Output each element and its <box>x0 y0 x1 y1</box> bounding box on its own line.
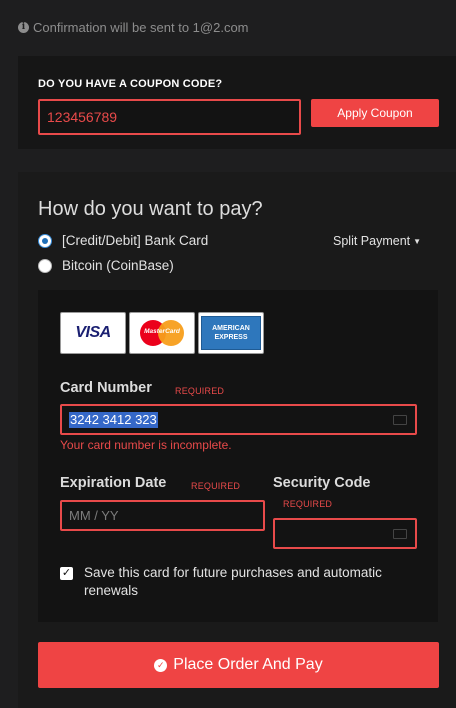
info-icon: i <box>18 22 29 33</box>
card-radio[interactable] <box>38 233 52 248</box>
coupon-code-input[interactable]: 123456789 <box>38 99 301 135</box>
expiration-input[interactable]: MM / YY <box>60 500 265 531</box>
place-order-label: Place Order And Pay <box>173 656 323 673</box>
save-card-label: Save this card for future purchases and … <box>84 565 382 598</box>
expiration-required: REQUIRED <box>191 481 241 491</box>
mastercard-logo: MasterCard <box>129 312 195 354</box>
caret-down-icon: ▼ <box>413 236 422 246</box>
payment-option-bitcoin[interactable]: Bitcoin (CoinBase) <box>38 258 174 273</box>
payment-option-label: Bitcoin (CoinBase) <box>62 258 174 273</box>
confirmation-text: Confirmation will be sent to 1@2.com <box>33 20 249 35</box>
split-payment-dropdown[interactable]: Split Payment ▼ <box>333 234 421 248</box>
security-code-required: REQUIRED <box>283 499 333 509</box>
check-circle-icon: ✓ <box>154 658 168 672</box>
security-code-label: Security Code <box>273 475 371 491</box>
confirmation-note: i Confirmation will be sent to 1@2.com <box>18 20 249 35</box>
place-order-button[interactable]: ✓ Place Order And Pay <box>38 642 439 688</box>
bitcoin-radio[interactable] <box>38 258 52 273</box>
mastercard-logo-text: MasterCard <box>144 328 180 335</box>
apply-coupon-button[interactable]: Apply Coupon <box>311 99 439 127</box>
card-form: VISA MasterCard AMERICAN EXPRESS Card Nu… <box>38 290 438 622</box>
save-card-checkbox[interactable]: ✓ <box>60 567 73 580</box>
visa-logo: VISA <box>60 312 126 354</box>
coupon-title: DO YOU HAVE A COUPON CODE? <box>38 78 223 90</box>
card-number-label: Card Number <box>60 380 152 396</box>
card-number-value: 3242 3412 323 <box>69 412 158 428</box>
payment-option-card[interactable]: [Credit/Debit] Bank Card <box>38 233 208 248</box>
card-number-required: REQUIRED <box>175 386 225 396</box>
visa-logo-text: VISA <box>75 324 111 341</box>
coupon-panel: DO YOU HAVE A COUPON CODE? 123456789 App… <box>18 56 456 149</box>
amex-logo-line2: EXPRESS <box>214 334 248 341</box>
split-payment-label: Split Payment <box>333 234 411 248</box>
card-icon <box>393 415 407 425</box>
card-number-error: Your card number is incomplete. <box>60 438 232 452</box>
cvc-card-icon <box>393 529 407 539</box>
card-number-input[interactable]: 3242 3412 323 <box>60 404 417 435</box>
amex-logo-line1: AMERICAN <box>212 325 250 332</box>
payment-option-label: [Credit/Debit] Bank Card <box>62 233 209 248</box>
payment-panel: How do you want to pay? [Credit/Debit] B… <box>18 172 456 708</box>
amex-logo: AMERICAN EXPRESS <box>198 312 264 354</box>
expiration-label: Expiration Date <box>60 475 167 491</box>
payment-title: How do you want to pay? <box>38 198 263 220</box>
security-code-input[interactable] <box>273 518 417 549</box>
